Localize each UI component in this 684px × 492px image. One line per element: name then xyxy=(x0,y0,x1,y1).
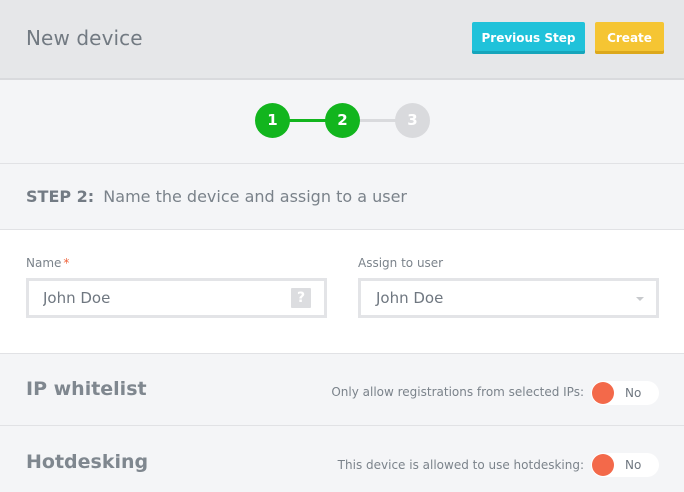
ip-whitelist-description: Only allow registrations from selected I… xyxy=(331,385,584,399)
create-button[interactable]: Create xyxy=(595,22,664,54)
chevron-down-icon xyxy=(636,297,644,301)
step-number-label: STEP 2: xyxy=(26,187,95,206)
step-2-indicator[interactable]: 2 xyxy=(325,103,360,138)
page-title: New device xyxy=(26,26,143,50)
page-header: New device Previous Step Create xyxy=(0,0,684,80)
ip-whitelist-toggle[interactable]: No xyxy=(591,381,659,405)
required-marker: * xyxy=(63,256,70,270)
name-input[interactable] xyxy=(43,288,283,308)
step-1-indicator[interactable]: 1 xyxy=(255,103,290,138)
stepper: 1 2 3 xyxy=(0,80,684,164)
toggle-state-text: No xyxy=(625,386,642,400)
toggle-state-text: No xyxy=(625,458,642,472)
previous-step-button[interactable]: Previous Step xyxy=(472,22,585,54)
assign-user-select[interactable]: John Doe xyxy=(358,278,659,318)
assign-user-label: Assign to user xyxy=(358,256,444,270)
name-label: Name * xyxy=(26,256,69,270)
step-heading-section: STEP 2: Name the device and assign to a … xyxy=(0,164,684,230)
step-connector-pending xyxy=(358,119,396,122)
hotdesking-section: Hotdesking This device is allowed to use… xyxy=(0,426,684,492)
hotdesking-description: This device is allowed to use hotdesking… xyxy=(337,458,584,472)
step-heading: STEP 2: Name the device and assign to a … xyxy=(26,187,407,206)
toggle-knob xyxy=(592,454,614,476)
step-3-indicator: 3 xyxy=(395,103,430,138)
hotdesking-toggle[interactable]: No xyxy=(591,453,659,477)
hotdesking-title: Hotdesking xyxy=(26,451,149,473)
step-description: Name the device and assign to a user xyxy=(103,187,407,206)
assign-user-value: John Doe xyxy=(376,289,444,307)
toggle-knob xyxy=(592,382,614,404)
step-connector-completed xyxy=(288,119,326,122)
name-label-text: Name xyxy=(26,256,62,270)
ip-whitelist-section: IP whitelist Only allow registrations fr… xyxy=(0,354,684,426)
device-form: Name* ? Assign to user John Doe xyxy=(0,230,684,354)
name-field-wrapper: ? xyxy=(26,278,327,318)
question-mark-icon[interactable]: ? xyxy=(291,288,311,308)
ip-whitelist-title: IP whitelist xyxy=(26,378,147,400)
